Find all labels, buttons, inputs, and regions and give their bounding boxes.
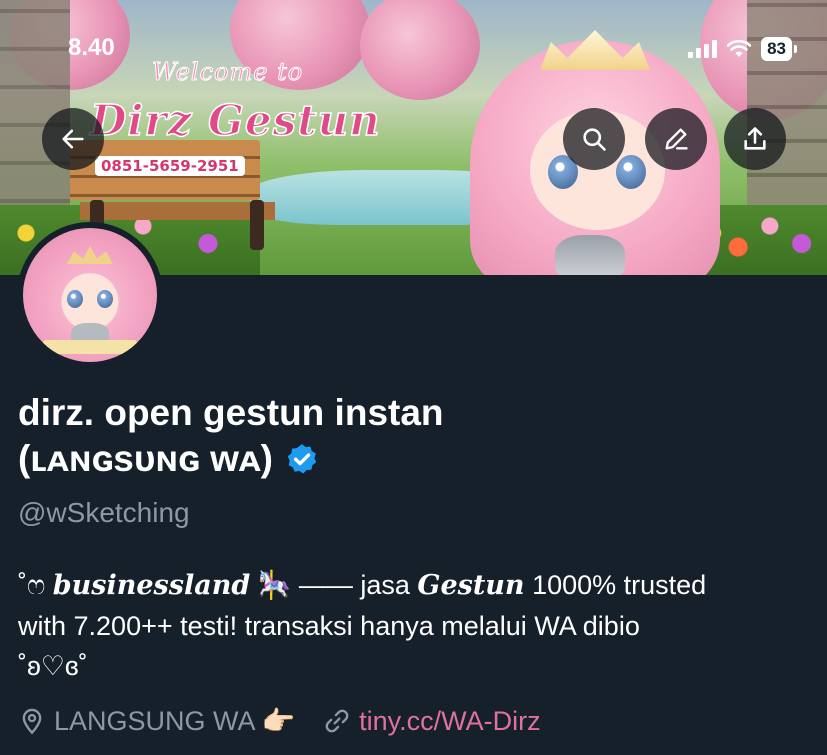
bio-line3: ˚ʚ♡ɞ˚ bbox=[18, 651, 88, 681]
profile-bio: ˚ෆ businessland 🎠 —— jasa Gestun 1000% t… bbox=[18, 565, 818, 686]
bio-dash: —— jasa bbox=[298, 570, 418, 600]
battery-level: 83 bbox=[761, 37, 792, 61]
wifi-icon bbox=[727, 40, 752, 57]
website-item[interactable]: tiny.cc/WA-Dirz bbox=[323, 706, 541, 737]
bio-bold-word2: Gestun bbox=[417, 570, 525, 601]
profile-meta-row: LANGSUNG WA 👉🏻 tiny.cc/WA-Dirz bbox=[18, 705, 569, 737]
status-time: 8.40 bbox=[68, 34, 115, 61]
battery-icon bbox=[794, 45, 797, 53]
bio-prefix: ˚ෆ bbox=[18, 570, 53, 600]
share-button[interactable] bbox=[724, 108, 786, 170]
username-handle: @wSketching bbox=[18, 497, 190, 528]
bio-rest: 1000% trusted bbox=[524, 570, 707, 600]
display-name-line1: dirz. open gestun instan bbox=[18, 392, 444, 433]
location-text: LANGSUNG WA 👉🏻 bbox=[54, 706, 296, 736]
banner-phone-text: 0851-5659-2951 bbox=[95, 156, 245, 176]
arrow-left-icon bbox=[62, 129, 84, 149]
status-indicators: 83 bbox=[688, 37, 797, 61]
edit-button[interactable] bbox=[645, 108, 707, 170]
bio-line1: ˚ෆ businessland 🎠 —— jasa Gestun 1000% t… bbox=[18, 565, 818, 606]
website-link[interactable]: tiny.cc/WA-Dirz bbox=[359, 706, 541, 737]
share-icon bbox=[744, 127, 766, 150]
location-pin-icon bbox=[22, 708, 42, 735]
location-item: LANGSUNG WA 👉🏻 bbox=[18, 705, 295, 737]
display-name-line2-row: (ʟᴀɴɢsᴜɴɢ ᴡᴀ) bbox=[18, 436, 808, 482]
search-button[interactable] bbox=[563, 108, 625, 170]
pencil-icon bbox=[665, 128, 688, 150]
link-icon bbox=[325, 709, 349, 733]
bio-emoji: 🎠 bbox=[250, 570, 299, 600]
display-name-line2: (ʟᴀɴɢsᴜɴɢ ᴡᴀ) bbox=[18, 438, 273, 479]
cellular-signal-icon bbox=[688, 40, 718, 58]
bio-bold-word: businessland bbox=[52, 570, 251, 601]
banner-welcome-text: Welcome to bbox=[151, 58, 304, 87]
bio-line2: with 7.200++ testi! transaksi hanya mela… bbox=[18, 611, 640, 641]
banner-tree bbox=[360, 0, 480, 100]
avatar[interactable] bbox=[23, 228, 157, 362]
verified-badge-icon[interactable] bbox=[285, 442, 319, 476]
search-icon bbox=[583, 128, 606, 151]
banner-brand-text: Dirz Gestun bbox=[89, 95, 381, 146]
display-name: dirz. open gestun instan (ʟᴀɴɢsᴜɴɢ ᴡᴀ) bbox=[18, 390, 808, 482]
back-button[interactable] bbox=[42, 108, 104, 170]
